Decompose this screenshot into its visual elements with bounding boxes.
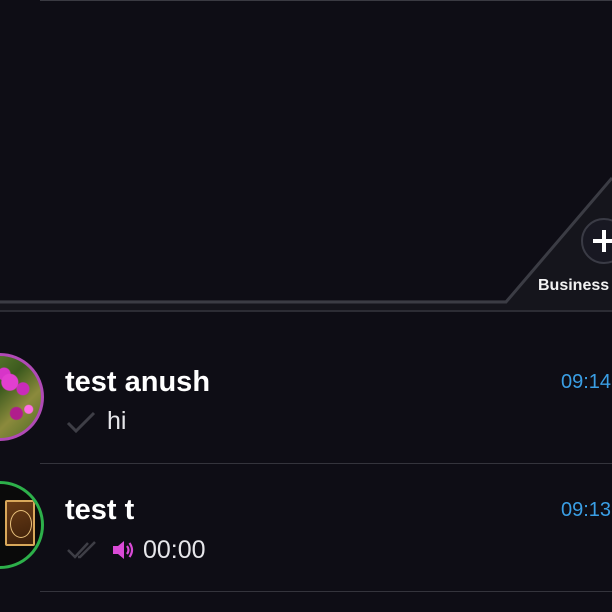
chat-name: test t — [65, 494, 135, 526]
double-check-icon — [67, 541, 96, 559]
row-divider — [40, 591, 612, 592]
business-button-label[interactable]: Business — [538, 277, 609, 295]
action-panel: Business — [0, 0, 612, 312]
message-preview: hi — [107, 407, 127, 435]
speaker-icon — [113, 541, 134, 559]
chat-time: 09:13 — [561, 499, 612, 521]
chat-time: 09:14 — [561, 371, 612, 393]
chat-list-screen: Business test anush 09:14 hi test t 09:1… — [0, 0, 612, 612]
single-check-icon — [66, 411, 96, 434]
chat-row[interactable] — [0, 464, 612, 592]
avatar-card-image — [5, 500, 35, 546]
plus-icon — [593, 230, 612, 252]
panel-frame — [0, 176, 612, 312]
message-preview: 00:00 — [143, 536, 206, 564]
chat-name: test anush — [65, 366, 211, 398]
